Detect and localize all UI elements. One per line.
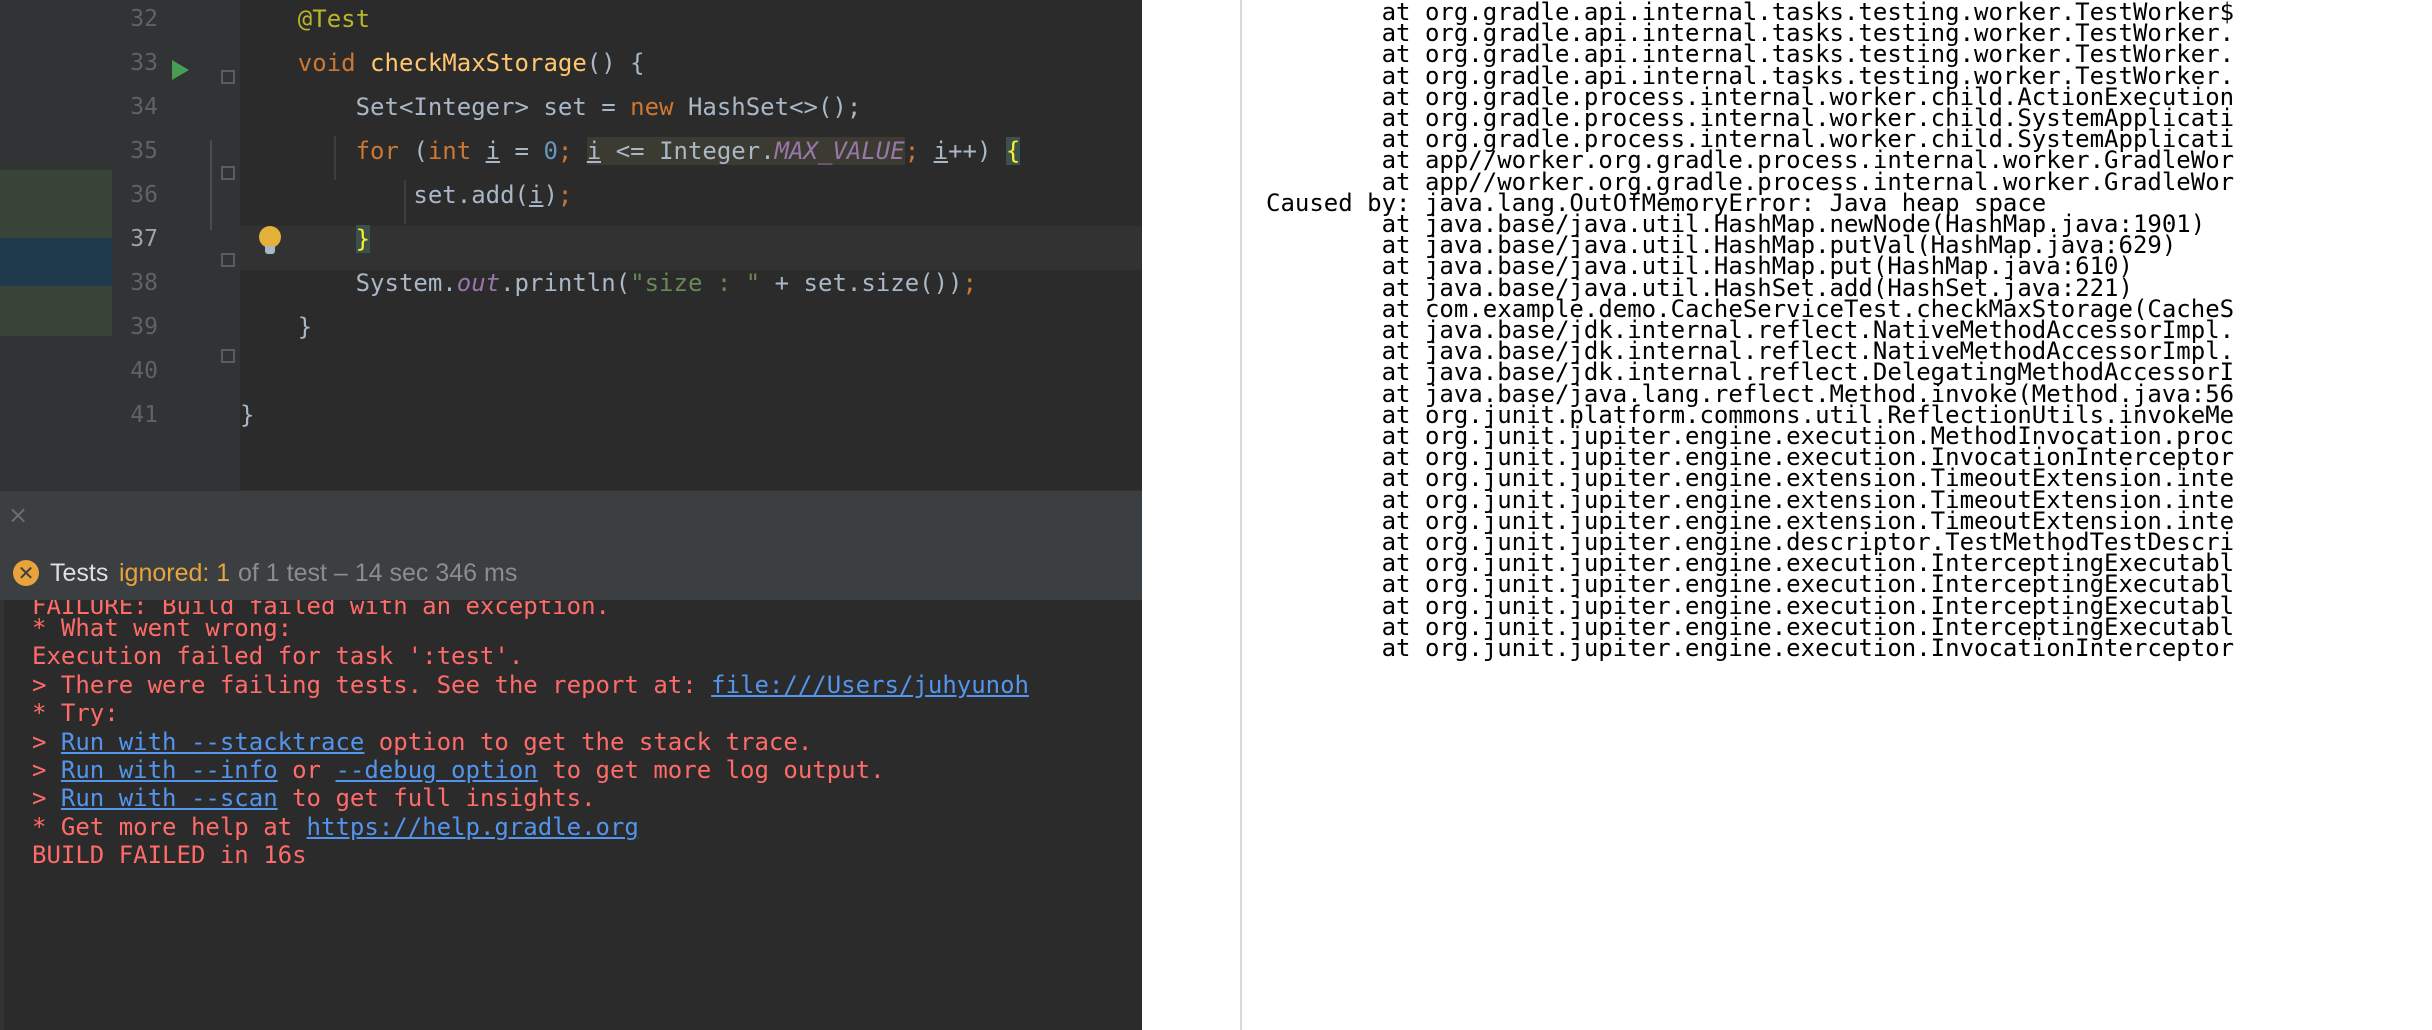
line-number: 40 [130,358,158,384]
code-token: ) [543,181,558,209]
console-text: BUILD FAILED in 16s [32,841,307,870]
project-tool-strip [0,0,112,490]
strip-selection [0,238,112,286]
console-line: > There were failing tests. See the repo… [32,663,1029,707]
console-gutter [0,600,4,1030]
console-link[interactable]: file:///Users/juhyunoh [711,671,1029,699]
code-token: Set<Integer> set = [240,93,631,121]
code-token: () { [586,49,645,77]
code-line[interactable]: for (int i = 0; i <= Integer.MAX_VALUE; … [240,129,1021,173]
code-line[interactable]: Set<Integer> set = new HashSet<>(); [240,85,862,129]
stacktrace-line: at org.junit.jupiter.engine.execution.In… [1266,634,2235,662]
code-token: MAX_VALUE [774,137,905,165]
code-token: .println( [500,269,631,297]
console-line: BUILD FAILED in 16s [32,833,307,877]
code-token: { [1005,137,1021,165]
code-token: i [933,137,949,165]
fold-icon[interactable] [221,70,235,84]
close-icon[interactable]: × [8,501,28,529]
tests-status-icon: ✕ [13,560,39,586]
tests-status-bar: ✕ Tests ignored: 1 of 1 test – 14 sec 34… [0,546,1142,600]
code-line[interactable]: } [240,393,254,437]
run-console: FAILURE: Build failed with an exception.… [0,600,1142,1030]
code-line[interactable]: @Test [240,0,370,41]
code-token: ( [413,137,428,165]
code-token: for [355,137,414,165]
code-token: = [500,137,544,165]
code-token: 0 [543,137,558,165]
code-token: <= Integer. [601,137,775,165]
code-token: } [240,313,313,341]
code-line[interactable]: void checkMaxStorage() { [240,41,645,85]
console-link[interactable]: https://help.gradle.org [307,813,639,841]
code-token: ++) [948,137,1006,165]
tool-window-header: × [0,490,1142,547]
tests-ignored-count: ignored: 1 [119,559,231,587]
code-token: ; [557,181,573,209]
line-number: 37 [130,226,158,252]
code-token: set.add( [240,181,529,209]
code-token: i [528,181,544,209]
line-number: 36 [130,182,158,208]
line-number: 33 [130,50,158,76]
code-token: new [630,93,688,121]
code-token: out [456,269,501,297]
line-number: 39 [130,314,158,340]
code-line[interactable]: set.add(i); [240,173,572,217]
code-token: } [240,401,255,429]
code-token: System. [240,269,457,297]
code-line[interactable]: } [240,217,371,261]
code-token: HashSet<>(); [687,93,862,121]
line-number: 41 [130,402,158,428]
code-token: checkMaxStorage [370,49,587,77]
code-token: } [355,225,371,253]
tests-summary: of 1 test – 14 sec 346 ms [238,559,518,587]
ide-panel: 32 33 34 35 36 37 38 39 40 41 @Test void checkMax… [0,0,1142,1030]
code-line[interactable]: System.out.println("size : " + set.size(… [240,261,977,305]
fold-icon[interactable] [221,253,235,267]
console-text: > There were failing tests. See the repo… [32,670,712,699]
stacktrace-panel: at org.gradle.api.internal.tasks.testing… [1240,0,2432,1030]
line-number: 32 [130,6,158,32]
code-token: @Test [297,5,371,33]
code-token: ; [962,269,977,297]
code-token: "size : " [630,269,761,297]
strip-highlight-2 [0,286,112,336]
line-number: 34 [130,94,158,120]
code-token: int [427,137,486,165]
run-test-icon[interactable] [172,60,189,80]
line-number: 35 [130,138,158,164]
tests-label: Tests [50,559,109,587]
code-token: ; [557,137,587,165]
fold-icon[interactable] [221,349,235,363]
code-line[interactable]: } [240,305,312,349]
fold-icon[interactable] [221,166,235,180]
code-token: ; [904,137,934,165]
code-token: i [485,137,501,165]
line-number: 38 [130,270,158,296]
code-token: i [586,137,602,165]
code-token: void [297,49,371,77]
code-token: + set.size()) [760,269,963,297]
fold-region-line [210,140,212,230]
